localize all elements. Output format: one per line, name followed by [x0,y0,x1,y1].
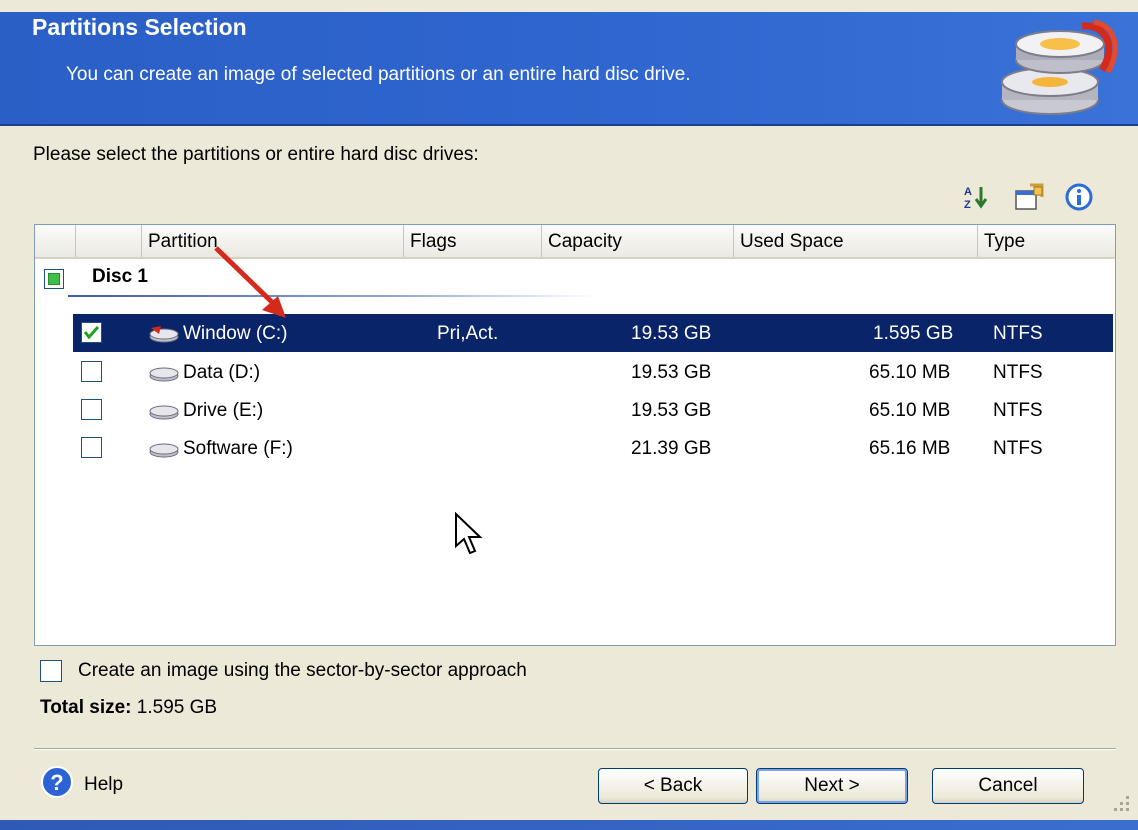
sort-icon[interactable]: A Z [960,180,994,214]
partition-checkbox-e[interactable] [81,399,102,420]
partition-capacity: 21.39 GB [631,438,712,459]
footer-separator [34,748,1116,750]
partition-name: Window (C:) [183,323,288,344]
column-flags[interactable]: Flags [403,225,541,257]
next-button[interactable]: Next > [756,768,908,804]
page-title: Partitions Selection [32,14,247,40]
sector-by-sector-label: Create an image using the sector-by-sect… [78,660,527,681]
info-icon[interactable] [1062,180,1096,214]
partition-row-e[interactable]: Drive (E:) 19.53 GB 65.10 MB NTFS [35,391,1115,429]
list-toolbar: A Z [960,180,1100,216]
sector-by-sector-checkbox[interactable] [40,660,62,682]
checkmark-icon [83,325,100,340]
help-icon[interactable]: ? [40,765,74,799]
page-subtitle: You can create an image of selected part… [66,64,691,85]
partition-checkbox-c[interactable] [81,322,102,343]
partition-type: NTFS [993,362,1043,383]
list-header: Partition Flags Capacity Used Space Type [35,225,1115,259]
column-checkbox[interactable] [75,225,141,257]
partition-name: Software (F:) [183,438,293,459]
help-link[interactable]: Help [84,774,123,796]
partition-name: Drive (E:) [183,400,264,421]
partition-capacity: 19.53 GB [631,400,712,421]
red-annotation-arrow-icon [214,246,286,318]
svg-text:?: ? [50,770,63,795]
disc-divider [68,295,598,297]
svg-text:A: A [964,186,972,198]
partition-capacity: 19.53 GB [631,362,712,383]
total-size-value: 1.595 GB [136,697,218,718]
partition-used-space: 1.595 GB [873,323,954,344]
total-size: Total size: 1.595 GB [40,697,217,719]
back-button[interactable]: < Back [598,768,748,804]
partial-check-indicator [48,273,60,285]
system-drive-icon [149,326,179,343]
partition-type: NTFS [993,323,1043,344]
partition-used-space: 65.16 MB [869,438,951,459]
instruction-text: Please select the partitions or entire h… [33,144,479,165]
partition-type: NTFS [993,438,1043,459]
partition-used-space: 65.10 MB [869,400,951,421]
partition-checkbox-f[interactable] [81,437,102,458]
disk-image-icon [1001,19,1118,115]
partition-checkbox-d[interactable] [81,361,102,382]
drive-icon [149,443,179,458]
partition-row-d[interactable]: Data (D:) 19.53 GB 65.10 MB NTFS [35,353,1115,391]
column-used-space[interactable]: Used Space [733,225,977,257]
column-capacity[interactable]: Capacity [541,225,733,257]
column-type[interactable]: Type [977,225,1115,257]
partition-capacity: 19.53 GB [631,323,712,344]
taskbar-strip [0,820,1138,830]
partition-name: Data (D:) [183,362,261,383]
total-size-label: Total size: [40,697,132,718]
cancel-button[interactable]: Cancel [932,768,1084,804]
disc-group-row[interactable]: Disc 1 [35,259,1115,297]
resize-grip-icon[interactable] [1108,790,1132,814]
header-banner: Partitions Selection You can create an i… [0,12,1138,126]
partition-row-f[interactable]: Software (F:) 21.39 GB 65.16 MB NTFS [35,429,1115,467]
partition-list[interactable]: Partition Flags Capacity Used Space Type… [34,224,1116,646]
partition-used-space: 65.10 MB [869,362,951,383]
drive-icon [149,405,179,420]
disc-label: Disc 1 [92,266,148,287]
mouse-pointer-icon [455,512,483,555]
properties-icon[interactable] [1012,180,1046,214]
svg-text:Z: Z [964,199,971,210]
partition-flags: Pri,Act. [437,323,499,344]
backup-wizard-window: Partitions Selection You can create an i… [0,0,1138,830]
disc-checkbox[interactable] [44,269,64,289]
drive-icon [149,367,179,382]
partition-type: NTFS [993,400,1043,421]
